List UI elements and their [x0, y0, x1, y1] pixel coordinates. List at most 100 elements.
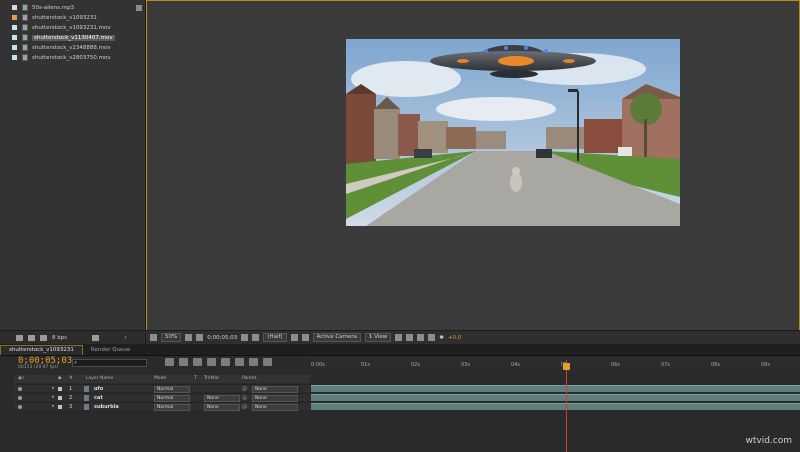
label-color-swatch — [12, 35, 17, 40]
fast-preview-icon[interactable] — [406, 334, 414, 341]
always-preview-icon[interactable] — [150, 334, 157, 341]
ruler-tick: 08s — [711, 362, 720, 368]
trkmat-dropdown[interactable]: None — [204, 404, 240, 411]
search-icon: ⌕ — [74, 359, 78, 366]
expand-arrow-icon[interactable]: ▸ — [52, 385, 55, 391]
frames-info: 00153 (29.97 fps) — [18, 365, 59, 370]
grid-icon[interactable] — [185, 334, 193, 341]
watermark: wtvid.com — [745, 436, 792, 446]
zoom-dropdown[interactable]: 50% — [161, 333, 182, 342]
region-of-interest-icon[interactable] — [290, 334, 298, 341]
layer-number: 3 — [69, 404, 73, 410]
layer-name[interactable]: cat — [94, 395, 103, 401]
motion-blur-icon[interactable] — [221, 358, 230, 366]
layer-row[interactable]: ▸ 3 suburbia Normal None @ None — [14, 402, 310, 411]
mode-dropdown[interactable]: Normal — [154, 404, 190, 411]
eye-icon[interactable] — [18, 405, 22, 409]
project-item[interactable]: 50s-aliens.mp3 — [12, 3, 74, 12]
project-item-name: shutterstock_v1093231.mov — [32, 24, 111, 31]
parent-dropdown[interactable]: None — [252, 386, 298, 393]
column-parent: Parent — [242, 376, 257, 381]
column-layer-name[interactable]: Layer Name — [86, 376, 113, 381]
project-item[interactable]: shutterstock_v2348888.mov — [12, 43, 111, 52]
mode-dropdown[interactable]: Normal — [154, 395, 190, 402]
ruler-tick: 02s — [411, 362, 420, 368]
label-color-swatch — [12, 25, 17, 30]
shy-layers-icon[interactable] — [193, 358, 202, 366]
parent-pickwhip-icon[interactable]: @ — [242, 395, 247, 401]
frame-blending-icon[interactable] — [207, 358, 216, 366]
mask-icon[interactable] — [196, 334, 204, 341]
resolution-dropdown[interactable]: (Half) — [263, 333, 287, 342]
column-number: # — [69, 376, 73, 381]
parent-pickwhip-icon[interactable]: @ — [242, 404, 247, 410]
current-time-indicator[interactable] — [566, 360, 567, 452]
draft-3d-icon[interactable] — [179, 358, 188, 366]
trkmat-dropdown[interactable]: None — [204, 395, 240, 402]
time-ruler[interactable] — [311, 357, 800, 373]
layer-name[interactable]: ufo — [94, 386, 103, 392]
tab-render-queue[interactable]: Render Queue — [83, 346, 138, 355]
layer-search-input[interactable]: ⌕ — [72, 359, 147, 367]
layer-row[interactable]: ▸ 1 ufo Normal @ None — [14, 384, 310, 393]
layer-number: 2 — [69, 395, 73, 401]
channel-icon[interactable] — [252, 334, 260, 341]
project-item-name: shutterstock_v2348888.mov — [32, 44, 111, 51]
layer-label-swatch[interactable] — [58, 405, 62, 409]
trash-icon[interactable] — [92, 334, 100, 341]
layer-column-headers: ◉♪ ◆ # Layer Name Mode T TrkMat Parent — [14, 375, 310, 383]
av-features-icon: ◉♪ — [18, 376, 25, 381]
eye-icon[interactable] — [18, 396, 22, 400]
column-t: T — [194, 376, 197, 381]
layer-row[interactable]: ▸ 2 cat Normal None @ None — [14, 393, 310, 402]
flowchart-view-icon[interactable] — [428, 334, 436, 341]
bpc-label[interactable]: 8 bpc — [52, 335, 67, 341]
chevron-right-icon[interactable]: › — [124, 334, 126, 341]
transparency-grid-icon[interactable] — [301, 334, 309, 341]
ruler-tick: 0:00s — [311, 362, 325, 368]
project-item[interactable]: shutterstock_v2803750.mov — [12, 53, 111, 62]
brainstorm-icon[interactable] — [235, 358, 244, 366]
label-color-swatch — [12, 5, 17, 10]
mode-dropdown[interactable]: Normal — [154, 386, 190, 393]
project-item-name: shutterstock_v2803750.mov — [32, 54, 111, 61]
flowchart-icon[interactable] — [136, 5, 142, 11]
graph-editor-icon[interactable] — [249, 358, 258, 366]
exposure-value[interactable]: +0.0 — [448, 335, 461, 341]
layer-duration-bar[interactable] — [311, 394, 800, 401]
parent-pickwhip-icon[interactable]: @ — [242, 386, 247, 392]
layer-label-swatch[interactable] — [58, 396, 62, 400]
current-time-handle[interactable] — [563, 363, 570, 370]
layer-label-swatch[interactable] — [58, 387, 62, 391]
layer-duration-bar[interactable] — [311, 403, 800, 410]
project-item[interactable]: shutterstock_v1093231 — [12, 13, 97, 22]
exposure-icon[interactable]: ✱ — [439, 335, 444, 341]
new-folder-icon[interactable] — [28, 334, 35, 341]
composition-frame — [346, 39, 680, 226]
label-color-swatch — [12, 15, 17, 20]
column-trkmat: TrkMat — [204, 376, 219, 381]
timeline-icon[interactable] — [417, 334, 425, 341]
toggle-pixel-icon[interactable] — [395, 334, 403, 341]
timeline-tabs: shutterstock_v1093231 Render Queue — [0, 344, 800, 356]
view-layout-dropdown[interactable]: 1 View — [364, 333, 392, 342]
interpret-footage-icon[interactable] — [16, 334, 23, 341]
live-update-icon[interactable] — [263, 358, 272, 366]
eye-icon[interactable] — [18, 387, 22, 391]
project-item[interactable]: shutterstock_v1093231.mov — [12, 23, 111, 32]
ruler-tick: 07s — [661, 362, 670, 368]
parent-dropdown[interactable]: None — [252, 404, 298, 411]
camera-dropdown[interactable]: Active Camera — [312, 333, 361, 342]
ruler-tick: 01s — [361, 362, 370, 368]
comp-mini-flowchart-icon[interactable] — [165, 358, 174, 366]
tab-composition[interactable]: shutterstock_v1093231 — [0, 345, 83, 355]
expand-arrow-icon[interactable]: ▸ — [52, 394, 55, 400]
expand-arrow-icon[interactable]: ▸ — [52, 403, 55, 409]
layer-duration-bar[interactable] — [311, 385, 800, 392]
new-composition-icon[interactable] — [40, 334, 47, 341]
snapshot-icon[interactable] — [241, 334, 249, 341]
layer-name[interactable]: suburbia — [94, 404, 119, 410]
parent-dropdown[interactable]: None — [252, 395, 298, 402]
viewer-timecode[interactable]: 0;00;05;03 — [207, 335, 237, 341]
project-item[interactable]: shutterstock_v1130407.mov — [12, 33, 115, 42]
